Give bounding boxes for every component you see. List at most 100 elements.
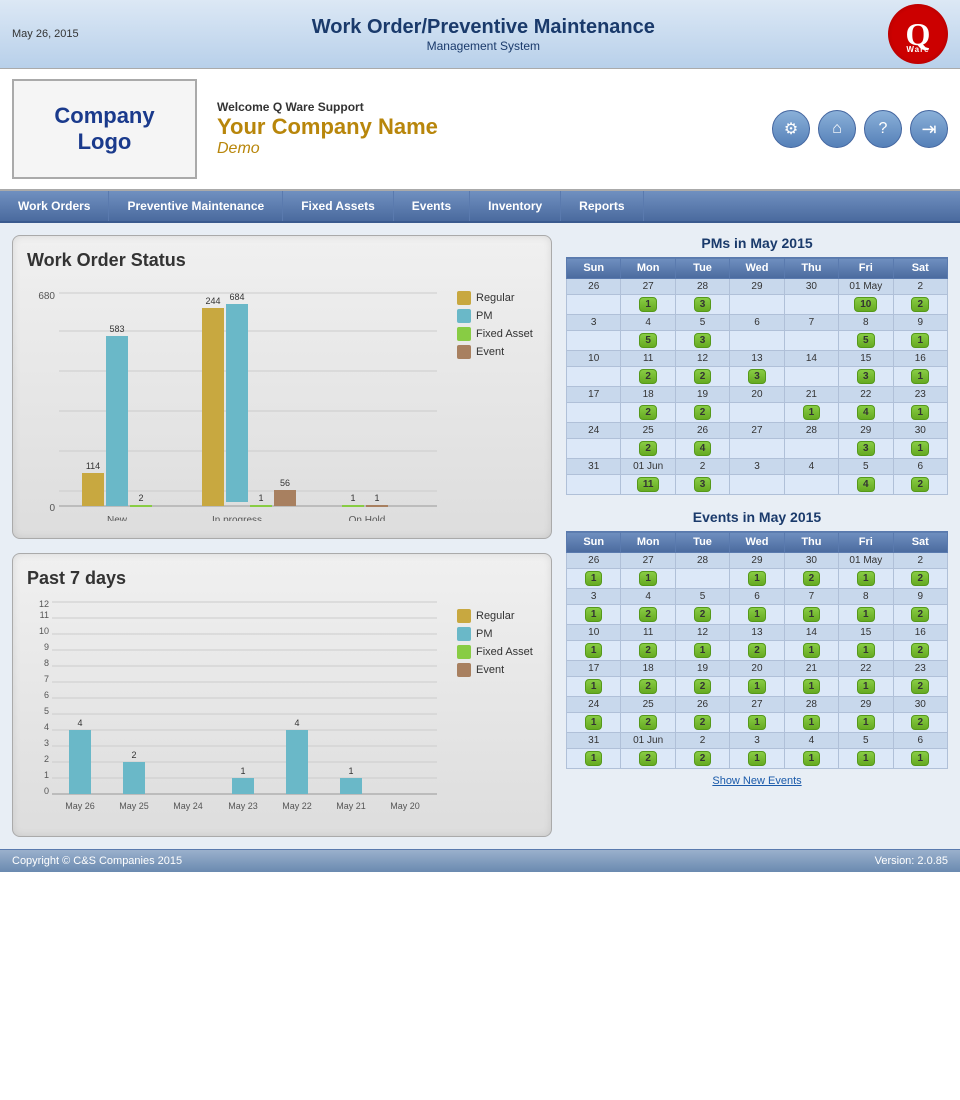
cal-badge[interactable]: 2 <box>639 715 657 730</box>
cal-badge[interactable]: 1 <box>803 679 821 694</box>
cal-badge[interactable]: 1 <box>585 715 603 730</box>
cal-badge[interactable]: 1 <box>803 715 821 730</box>
cal-badge[interactable]: 1 <box>911 751 929 766</box>
cal-cell: 2 <box>621 403 675 423</box>
cal-badge[interactable]: 2 <box>748 643 766 658</box>
cal-badge[interactable]: 2 <box>911 643 929 658</box>
cal-badge[interactable]: 2 <box>803 571 821 586</box>
cal-badge[interactable]: 2 <box>911 715 929 730</box>
nav-fixed-assets[interactable]: Fixed Assets <box>283 191 394 221</box>
cal-badge[interactable]: 5 <box>857 333 875 348</box>
cal-badge[interactable]: 10 <box>854 297 877 312</box>
cal-badge[interactable]: 1 <box>857 715 875 730</box>
cal-badge[interactable]: 2 <box>639 441 657 456</box>
events-calendar-body: 26 27 28 29 30 01 May 2 1 1 1 2 1 <box>567 553 948 769</box>
cal-date: 5 <box>675 589 729 605</box>
welcome-line: Welcome Q Ware Support <box>217 100 772 114</box>
cal-cell: 1 <box>893 403 947 423</box>
cal-badge[interactable]: 3 <box>748 369 766 384</box>
home-button[interactable]: ⌂ <box>818 110 856 148</box>
cal-badge[interactable]: 1 <box>748 571 766 586</box>
cal-badge[interactable]: 1 <box>911 441 929 456</box>
logout-button[interactable]: ⇥ <box>910 110 948 148</box>
cal-badge[interactable]: 4 <box>694 441 712 456</box>
svg-text:4: 4 <box>77 718 82 728</box>
cal-cell: 1 <box>730 605 784 625</box>
cal-badge[interactable]: 1 <box>748 715 766 730</box>
cal-badge[interactable]: 3 <box>694 333 712 348</box>
cal-header-mon: Mon <box>621 532 675 553</box>
cal-badge[interactable]: 1 <box>639 297 657 312</box>
legend-event: Event <box>457 345 547 359</box>
cal-badge[interactable]: 1 <box>803 643 821 658</box>
cal-badge[interactable]: 1 <box>857 679 875 694</box>
cal-badge[interactable]: 3 <box>857 441 875 456</box>
cal-badge[interactable]: 1 <box>857 607 875 622</box>
settings-button[interactable]: ⚙ <box>772 110 810 148</box>
show-new-events-link[interactable]: Show New Events <box>712 775 801 787</box>
cal-badge[interactable]: 1 <box>585 643 603 658</box>
cal-badge[interactable]: 1 <box>803 751 821 766</box>
cal-badge[interactable]: 11 <box>637 477 660 492</box>
cal-badge[interactable]: 2 <box>639 679 657 694</box>
cal-badge[interactable]: 2 <box>639 607 657 622</box>
cal-badge[interactable]: 3 <box>857 369 875 384</box>
cal-badge[interactable]: 1 <box>803 607 821 622</box>
nav-events[interactable]: Events <box>394 191 470 221</box>
cal-badge[interactable]: 2 <box>911 477 929 492</box>
cal-date: 31 <box>567 733 621 749</box>
cal-badge[interactable]: 1 <box>857 643 875 658</box>
cal-badge[interactable]: 3 <box>694 297 712 312</box>
cal-badge[interactable]: 1 <box>911 333 929 348</box>
cal-badge[interactable]: 2 <box>911 679 929 694</box>
cal-badge[interactable]: 1 <box>857 751 875 766</box>
nav-reports[interactable]: Reports <box>561 191 643 221</box>
cal-badge[interactable]: 1 <box>585 571 603 586</box>
cal-badge[interactable]: 2 <box>694 715 712 730</box>
cal-badge[interactable]: 4 <box>857 477 875 492</box>
past7-legend-regular-dot <box>457 609 471 623</box>
cal-badge[interactable]: 1 <box>585 679 603 694</box>
cal-badge[interactable]: 2 <box>694 607 712 622</box>
cal-cell: 2 <box>893 641 947 661</box>
cal-badge[interactable]: 1 <box>857 571 875 586</box>
past7-panel: Past 7 days 0 1 2 3 4 5 6 7 8 9 <box>12 553 552 837</box>
cal-badge[interactable]: 1 <box>911 405 929 420</box>
cal-badge[interactable]: 2 <box>911 571 929 586</box>
svg-text:1: 1 <box>240 766 245 776</box>
cal-date: 26 <box>567 279 621 295</box>
help-button[interactable]: ? <box>864 110 902 148</box>
cal-badge[interactable]: 1 <box>639 571 657 586</box>
cal-badge[interactable]: 2 <box>694 751 712 766</box>
nav-preventive-maintenance[interactable]: Preventive Maintenance <box>109 191 283 221</box>
table-row: 11 3 4 2 <box>567 475 948 495</box>
nav-inventory[interactable]: Inventory <box>470 191 561 221</box>
cal-badge[interactable]: 1 <box>585 607 603 622</box>
cal-badge[interactable]: 2 <box>911 607 929 622</box>
cal-badge[interactable]: 2 <box>694 369 712 384</box>
cal-badge[interactable]: 2 <box>639 405 657 420</box>
cal-badge[interactable]: 4 <box>857 405 875 420</box>
nav-work-orders[interactable]: Work Orders <box>0 191 109 221</box>
cal-badge[interactable]: 2 <box>639 369 657 384</box>
cal-cell: 1 <box>567 677 621 697</box>
cal-badge[interactable]: 1 <box>694 643 712 658</box>
cal-badge[interactable]: 2 <box>639 643 657 658</box>
cal-badge[interactable]: 1 <box>748 679 766 694</box>
cal-badge[interactable]: 1 <box>803 405 821 420</box>
cal-badge[interactable]: 1 <box>748 751 766 766</box>
cal-badge[interactable]: 2 <box>694 405 712 420</box>
cal-badge[interactable]: 2 <box>911 297 929 312</box>
cal-badge[interactable]: 3 <box>694 477 712 492</box>
app-subtitle: Management System <box>312 39 655 53</box>
cal-badge[interactable]: 1 <box>911 369 929 384</box>
cal-badge[interactable]: 1 <box>748 607 766 622</box>
svg-text:May 20: May 20 <box>390 801 420 811</box>
cal-date: 18 <box>621 661 675 677</box>
cal-badge[interactable]: 2 <box>694 679 712 694</box>
past7-legend-regular: Regular <box>457 609 547 623</box>
cal-badge[interactable]: 1 <box>585 751 603 766</box>
cal-badge[interactable]: 5 <box>639 333 657 348</box>
cal-badge[interactable]: 2 <box>639 751 657 766</box>
cal-cell <box>567 403 621 423</box>
